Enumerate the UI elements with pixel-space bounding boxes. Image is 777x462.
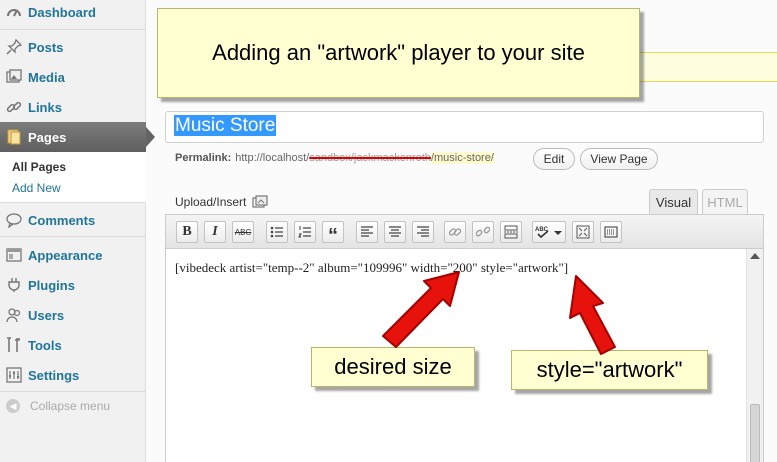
permalink-base: http://localhost/ <box>235 152 310 164</box>
pages-submenu: All Pages Add New <box>0 152 146 202</box>
more-tag-icon <box>504 225 518 239</box>
content-editor[interactable]: B I ABC “ ABC [vibedeck artist="temp--2"… <box>165 214 764 462</box>
style-artwork-callout: style="artwork" <box>511 350 708 390</box>
kitchen-sink-icon <box>604 226 618 238</box>
scroll-up-arrow[interactable] <box>750 253 760 259</box>
collapse-menu-button[interactable]: ◀ Collapse menu <box>6 399 110 413</box>
collapse-icon: ◀ <box>6 399 20 413</box>
align-center-icon <box>389 226 401 237</box>
unlink-icon <box>476 226 490 237</box>
sidebar-item-appearance[interactable]: Appearance <box>0 240 146 270</box>
pages-icon <box>6 129 22 145</box>
sidebar-item-tools[interactable]: Tools <box>0 330 146 360</box>
pin-icon <box>6 39 22 55</box>
sidebar-item-plugins[interactable]: Plugins <box>0 270 146 300</box>
scroll-thumb[interactable] <box>750 404 760 462</box>
chevron-down-icon <box>554 231 562 235</box>
sidebar-item-posts[interactable]: Posts <box>0 32 146 62</box>
tab-html[interactable]: HTML <box>702 189 748 215</box>
numbered-list-button[interactable] <box>294 221 316 243</box>
sidebar-item-label: Comments <box>28 212 96 228</box>
sidebar-item-dashboard[interactable]: Dashboard <box>0 0 146 27</box>
editor-content[interactable]: [vibedeck artist="temp--2" album="109996… <box>175 260 568 276</box>
sidebar-item-label: Media <box>28 69 65 85</box>
page-title-input[interactable]: Music Store <box>165 111 764 143</box>
users-icon <box>6 307 22 323</box>
menu-separator <box>0 391 146 392</box>
numbered-list-icon <box>298 226 311 238</box>
editor-toolbar: B I ABC “ ABC <box>166 215 763 249</box>
fullscreen-button[interactable] <box>572 221 594 243</box>
fullscreen-icon <box>576 225 590 239</box>
sidebar-item-label: Links <box>28 99 62 115</box>
sidebar-item-label: Dashboard <box>28 4 96 20</box>
menu-separator <box>0 29 146 30</box>
blockquote-button[interactable]: “ <box>322 221 344 247</box>
tutorial-title-callout: Adding an "artwork" player to your site <box>157 8 640 98</box>
sidebar-item-links[interactable]: Links <box>0 92 146 122</box>
sidebar-item-label: Users <box>28 307 65 323</box>
spellcheck-icon: ABC <box>535 227 549 239</box>
align-right-icon <box>417 226 429 237</box>
sidebar-item-label: Appearance <box>28 247 103 263</box>
align-left-icon <box>361 226 373 237</box>
align-right-button[interactable] <box>412 221 434 243</box>
add-media-icon[interactable] <box>252 195 268 209</box>
permalink-label: Permalink: <box>175 152 232 164</box>
strikethrough-button[interactable]: ABC <box>232 221 254 243</box>
comment-icon <box>6 212 22 228</box>
sidebar-item-label: Plugins <box>28 277 75 293</box>
menu-separator <box>0 236 146 237</box>
sidebar-item-label: Tools <box>28 337 62 353</box>
link-icon <box>6 99 22 115</box>
spellcheck-button[interactable]: ABC <box>532 221 566 243</box>
permalink-struck: sandbox/jackmackenroth <box>309 152 431 164</box>
italic-button[interactable]: I <box>204 221 226 243</box>
desired-size-callout: desired size <box>311 347 475 387</box>
align-center-button[interactable] <box>384 221 406 243</box>
sidebar-item-pages[interactable]: Pages <box>0 122 155 152</box>
link-icon <box>448 228 462 236</box>
sidebar-item-users[interactable]: Users <box>0 300 146 330</box>
permalink-slug[interactable]: /music-store/ <box>430 152 494 164</box>
align-left-button[interactable] <box>356 221 378 243</box>
plugin-icon <box>6 277 22 293</box>
view-page-button[interactable]: View Page <box>580 148 658 170</box>
sidebar-item-comments[interactable]: Comments <box>0 205 146 235</box>
bullet-list-icon <box>270 226 283 238</box>
submenu-all-pages[interactable]: All Pages <box>12 160 66 174</box>
menu-separator <box>0 202 146 203</box>
collapse-menu-label: Collapse menu <box>30 399 111 413</box>
dashboard-icon <box>6 4 22 20</box>
bold-button[interactable]: B <box>176 221 198 243</box>
sidebar-item-label: Pages <box>28 129 67 145</box>
tab-visual[interactable]: Visual <box>649 189 698 215</box>
upload-insert[interactable]: Upload/Insert <box>175 195 268 209</box>
sidebar-item-label: Posts <box>28 39 64 55</box>
editor-scrollbar[interactable] <box>746 249 763 462</box>
unlink-button[interactable] <box>472 221 494 243</box>
admin-sidebar: Dashboard Posts Media Links Pages All Pa… <box>0 0 155 462</box>
page-title-value: Music Store <box>174 115 277 136</box>
edit-permalink-button[interactable]: Edit <box>533 148 575 170</box>
kitchen-sink-button[interactable] <box>600 221 622 243</box>
bullet-list-button[interactable] <box>266 221 288 243</box>
settings-icon <box>6 367 22 383</box>
upload-insert-label: Upload/Insert <box>175 195 247 209</box>
submenu-add-new[interactable]: Add New <box>12 181 61 195</box>
sidebar-item-label: Settings <box>28 367 80 383</box>
tools-icon <box>6 337 22 353</box>
sidebar-item-settings[interactable]: Settings <box>0 360 146 390</box>
appearance-icon <box>6 247 22 263</box>
insert-link-button[interactable] <box>444 221 466 243</box>
media-icon <box>6 69 22 85</box>
more-tag-button[interactable] <box>500 221 522 243</box>
permalink-row: Permalink: http://localhost/sandbox/jack… <box>175 152 494 164</box>
sidebar-item-media[interactable]: Media <box>0 62 146 92</box>
